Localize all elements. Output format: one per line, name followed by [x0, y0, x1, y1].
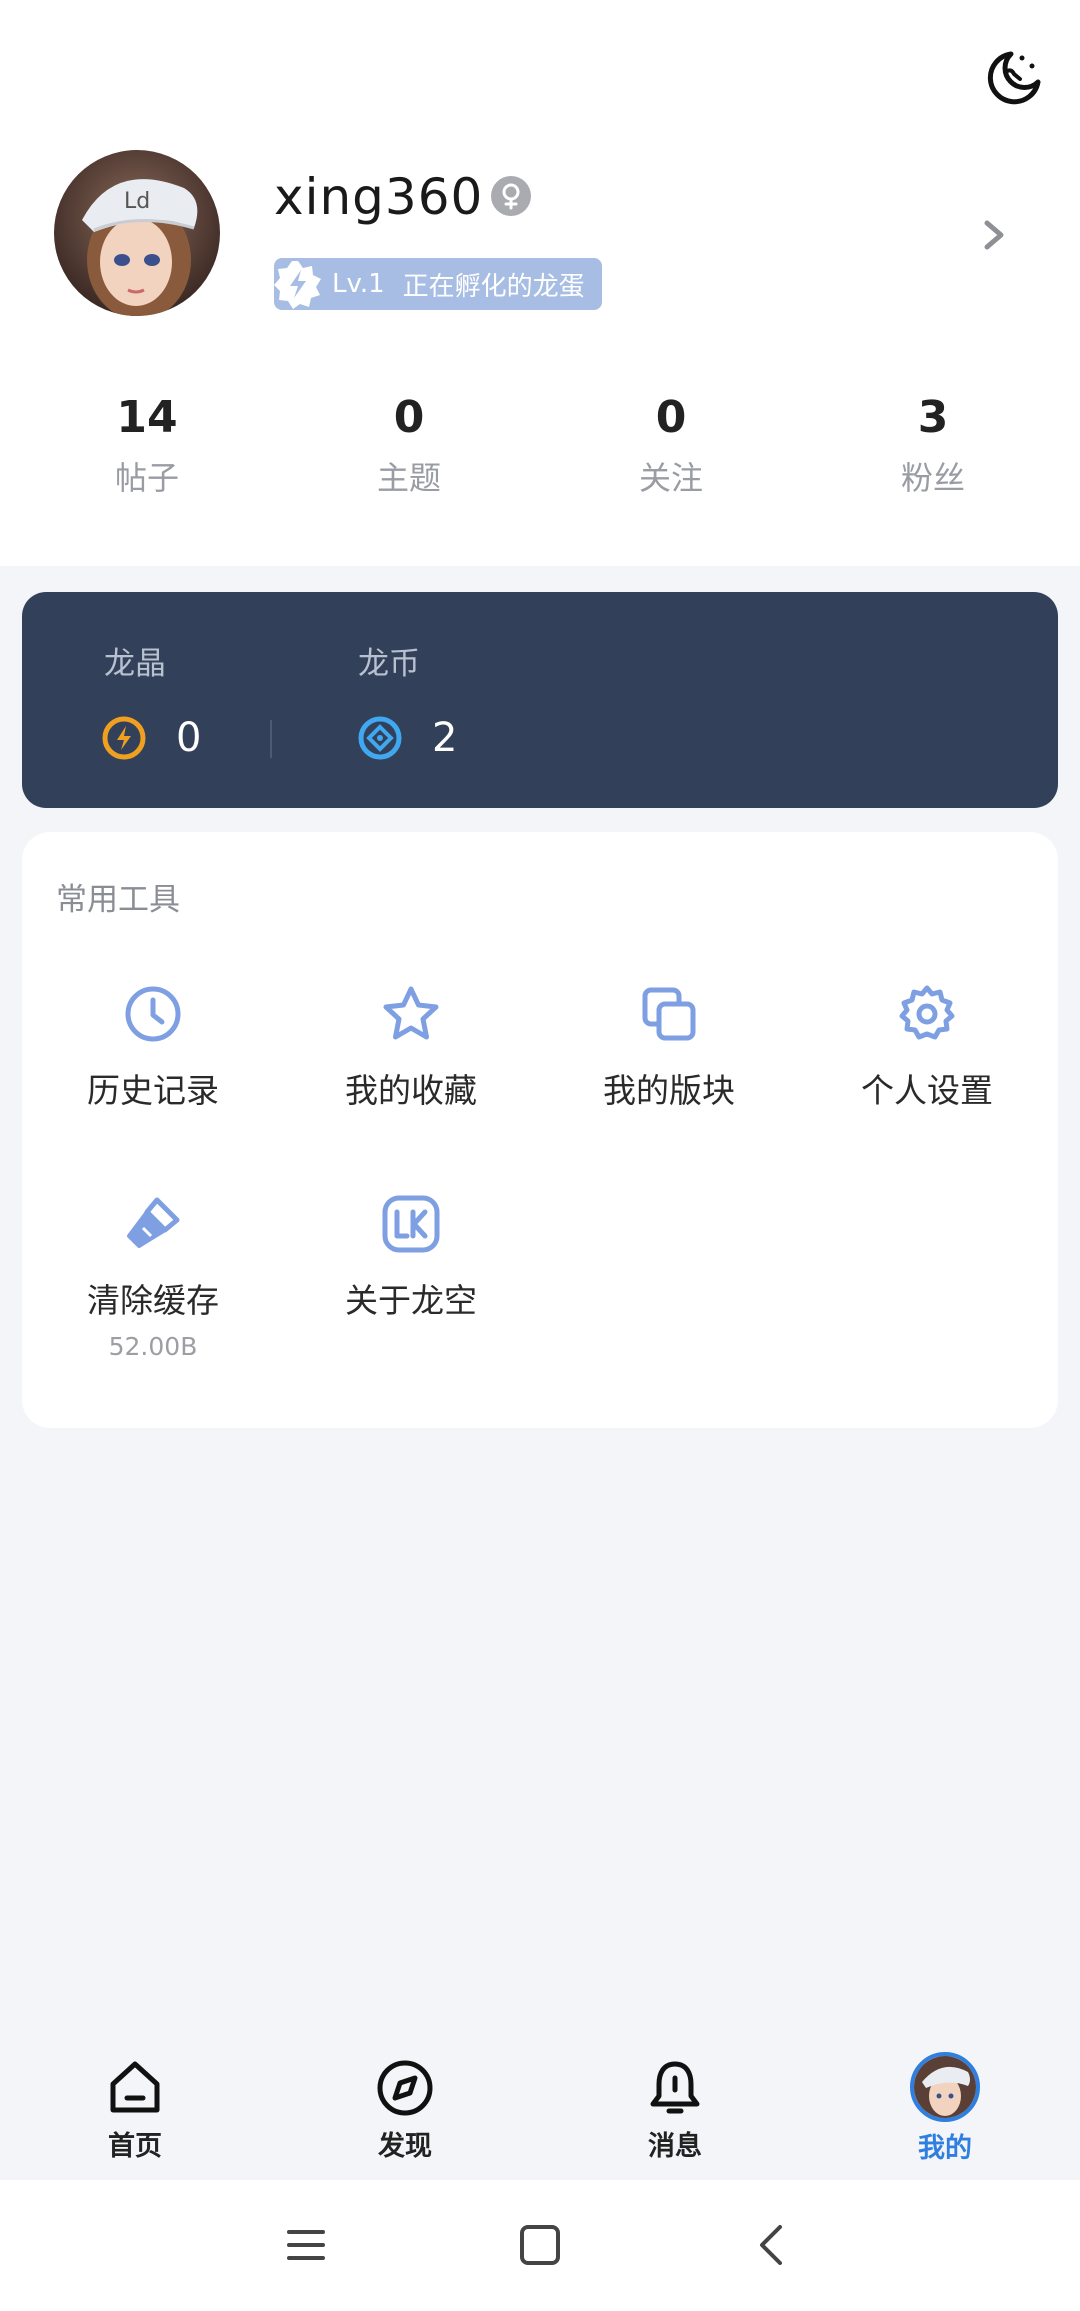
dragon-coin-icon: [358, 716, 402, 760]
stat-value: 14: [116, 392, 178, 443]
cache-size: 52.00B: [108, 1332, 198, 1361]
stat-value: 0: [393, 392, 425, 443]
wallet-divider: [270, 720, 272, 758]
stat-label: 主题: [376, 459, 441, 497]
menu-icon[interactable]: [281, 2220, 331, 2270]
nav-discover[interactable]: 发现: [270, 2040, 540, 2180]
wallet-card: 龙晶 0 龙币 2: [22, 592, 1058, 808]
brush-icon: [127, 1197, 180, 1248]
level-text: Lv.1: [332, 269, 385, 299]
tool-label: 我的收藏: [345, 1071, 477, 1110]
nav-label: 首页: [108, 2131, 162, 2162]
gender-icon: [491, 176, 531, 216]
avatar-icon: [910, 2052, 980, 2122]
stat-label: 粉丝: [900, 459, 965, 497]
stat-followers[interactable]: 3 粉丝: [833, 390, 1033, 504]
dark-mode-toggle[interactable]: [980, 42, 1050, 112]
tool-label: 我的版块: [603, 1071, 735, 1110]
tool-label: 清除缓存: [87, 1281, 219, 1320]
tool-my-boards[interactable]: 我的版块: [540, 982, 798, 1114]
compass-icon: [377, 2060, 433, 2116]
stat-value: 0: [655, 392, 687, 443]
tool-label: 历史记录: [87, 1071, 219, 1110]
tool-settings[interactable]: 个人设置: [798, 982, 1056, 1114]
nav-home[interactable]: 首页: [0, 2040, 270, 2180]
common-tools-card: 常用工具 历史记录 我的收藏 我的版块 个人设置 清除缓存 52.00B 关于龙…: [22, 832, 1058, 1428]
level-title: 正在孵化的龙蛋: [402, 271, 585, 302]
gear-icon: [899, 985, 955, 1040]
tools-title: 常用工具: [56, 882, 180, 918]
stat-topics[interactable]: 0 主题: [309, 390, 509, 504]
avatar-image: Ld: [54, 150, 220, 316]
svg-text:Ld: Ld: [124, 189, 150, 214]
chevron-right-icon[interactable]: [975, 215, 1011, 255]
tool-favorites[interactable]: 我的收藏: [282, 982, 540, 1114]
nav-label: 发现: [378, 2131, 432, 2162]
copy-icon: [642, 987, 696, 1041]
stat-label: 关注: [638, 459, 703, 497]
home-icon: [110, 2061, 160, 2113]
stat-following[interactable]: 0 关注: [571, 390, 771, 504]
system-navigation-bar: [0, 2180, 1080, 2311]
tool-about[interactable]: 关于龙空: [282, 1192, 540, 1324]
clock-icon: [125, 986, 181, 1042]
level-badge: Lv.1 正在孵化的龙蛋: [274, 258, 602, 310]
coin-value: 2: [432, 715, 458, 761]
crystal-label: 龙晶: [104, 646, 166, 682]
nav-me[interactable]: 我的: [810, 2040, 1080, 2180]
nav-label: 我的: [918, 2133, 972, 2164]
lk-logo-icon: [382, 1195, 440, 1253]
bottom-navigation: 首页 发现 消息 我的: [0, 2040, 1080, 2180]
tool-clear-cache[interactable]: 清除缓存 52.00B: [24, 1192, 282, 1364]
home-square-icon[interactable]: [515, 2220, 565, 2270]
nav-label: 消息: [648, 2131, 702, 2162]
crystal-value: 0: [176, 715, 202, 761]
back-icon[interactable]: [748, 2220, 798, 2270]
nav-messages[interactable]: 消息: [540, 2040, 810, 2180]
user-avatar[interactable]: Ld: [54, 150, 220, 316]
profile-header: Ld xing360 Lv.1 正在孵化的龙蛋 14 帖子 0 主题 0 关注: [0, 0, 1080, 566]
moon-icon: [987, 51, 1041, 105]
stat-posts[interactable]: 14 帖子: [47, 390, 247, 504]
dragon-crystal-icon: [102, 716, 146, 760]
tool-label: 关于龙空: [345, 1281, 477, 1320]
bell-icon: [650, 2061, 700, 2114]
stat-label: 帖子: [114, 459, 179, 497]
wallet-coin[interactable]: 龙币 2: [336, 592, 556, 808]
tool-label: 个人设置: [861, 1071, 993, 1110]
profile-stats: 14 帖子 0 主题 0 关注 3 粉丝: [0, 390, 1080, 520]
username: xing360: [274, 168, 484, 226]
level-star-icon: [274, 261, 321, 309]
star-icon: [383, 986, 439, 1040]
coin-label: 龙币: [358, 646, 420, 682]
tool-history[interactable]: 历史记录: [24, 982, 282, 1114]
stat-value: 3: [917, 392, 949, 443]
wallet-crystal[interactable]: 龙晶 0: [82, 592, 282, 808]
